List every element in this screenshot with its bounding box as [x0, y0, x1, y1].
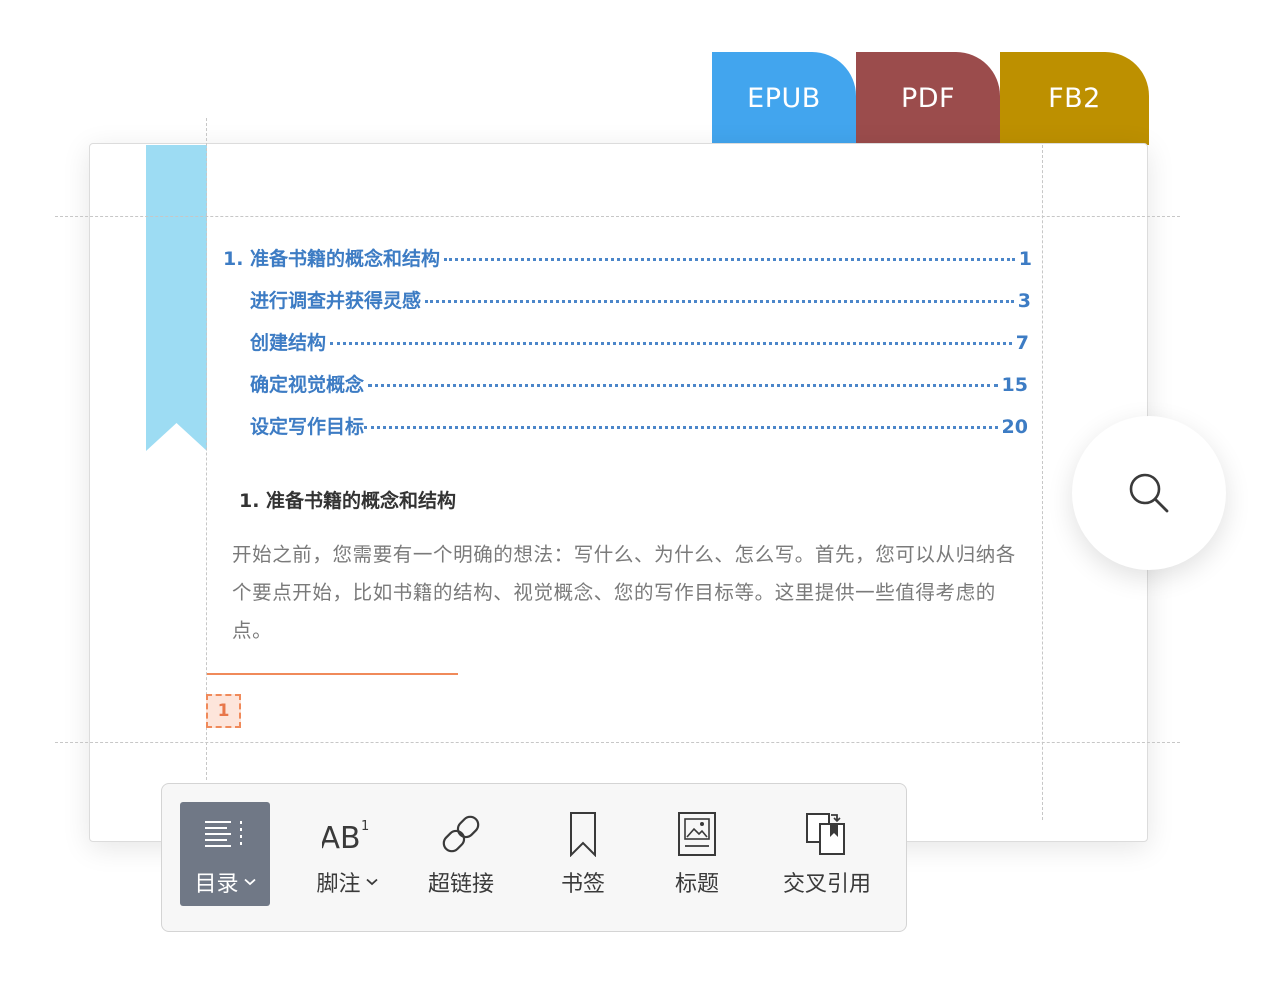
- toc-entry-title: 1. 准备书籍的概念和结构: [223, 248, 441, 270]
- toc-entry-title: 进行调查并获得灵感: [250, 290, 422, 312]
- margin-guide-right: [1042, 145, 1043, 820]
- cross-reference-button-label: 交叉引用: [782, 872, 871, 897]
- search-icon: [1129, 473, 1169, 513]
- toc-entry-title: 设定写作目标: [250, 416, 365, 438]
- hyperlink-icon: [442, 815, 480, 853]
- svg-text:1: 1: [361, 819, 369, 834]
- hyperlink-button-label: 超链接: [427, 872, 494, 897]
- caption-icon: [678, 812, 716, 856]
- toc-entry-page: 7: [1015, 332, 1029, 354]
- toc-entry[interactable]: 确定视觉概念 15: [250, 370, 1028, 400]
- toc-entry-page: 20: [1001, 416, 1028, 438]
- toc-entry-page: 3: [1017, 290, 1031, 312]
- reference-toolbar: 目录 AB 1 脚注 超链接 书签 标题 交叉引用: [161, 783, 907, 932]
- bookmark-icon: [570, 812, 596, 857]
- toc-leader-dots: [368, 384, 998, 387]
- toc-leader-dots: [330, 342, 1012, 345]
- section-heading: 1. 准备书籍的概念和结构: [239, 490, 457, 512]
- toc-entry-title: 创建结构: [250, 332, 327, 354]
- toc-entry[interactable]: 1. 准备书籍的概念和结构 1: [223, 244, 1032, 274]
- tab-fb2[interactable]: FB2: [1000, 52, 1149, 145]
- hyperlink-button[interactable]: 超链接: [416, 802, 506, 906]
- toc-button-label: 目录: [194, 872, 239, 897]
- footnote-button[interactable]: AB 1 脚注: [302, 802, 392, 906]
- cross-reference-button[interactable]: 交叉引用: [772, 802, 882, 906]
- toc-leader-dots: [444, 258, 1015, 261]
- margin-guide-left: [206, 118, 207, 780]
- bookmark-button-label: 书签: [560, 872, 605, 897]
- toc-entry-page: 1: [1018, 248, 1032, 270]
- toc-entry-page: 15: [1001, 374, 1028, 396]
- footnote-marker[interactable]: 1: [206, 694, 241, 728]
- toc-entry-title: 确定视觉概念: [250, 374, 365, 396]
- cross-reference-icon: [806, 813, 845, 855]
- chevron-down-icon: [365, 878, 378, 886]
- search-button[interactable]: [1072, 416, 1226, 570]
- tab-epub[interactable]: EPUB: [712, 52, 856, 145]
- toc-entry[interactable]: 创建结构 7: [250, 328, 1029, 358]
- toc-entry[interactable]: 设定写作目标 20: [250, 412, 1028, 442]
- chevron-down-icon: [243, 878, 256, 886]
- caption-button-label: 标题: [674, 872, 719, 897]
- body-paragraph: 开始之前，您需要有一个明确的想法：写什么、为什么、怎么写。首先，您可以从归纳各个…: [232, 543, 1016, 642]
- toc-leader-dots: [425, 300, 1014, 303]
- footnote-separator: [207, 673, 458, 675]
- toc-button[interactable]: 目录: [180, 802, 270, 906]
- footnote-icon: AB 1: [322, 819, 369, 854]
- toc-entry[interactable]: 进行调查并获得灵感 3: [250, 286, 1031, 316]
- bookmark-button[interactable]: 书签: [538, 802, 628, 906]
- toc-icon: [205, 821, 242, 847]
- toc-leader-dots: [364, 426, 998, 429]
- stage: EPUB PDF FB2 1. 准备书籍的概念和结构 1 进行调查并获得灵感 3…: [0, 0, 1280, 988]
- tab-pdf[interactable]: PDF: [856, 52, 1000, 145]
- caption-button[interactable]: 标题: [652, 802, 742, 906]
- footnote-button-label: 脚注: [316, 872, 361, 897]
- margin-guide-bottom: [55, 742, 1180, 743]
- svg-text:AB: AB: [322, 821, 361, 854]
- bookmark-ribbon-icon: [146, 145, 207, 451]
- margin-guide-top: [55, 216, 1180, 217]
